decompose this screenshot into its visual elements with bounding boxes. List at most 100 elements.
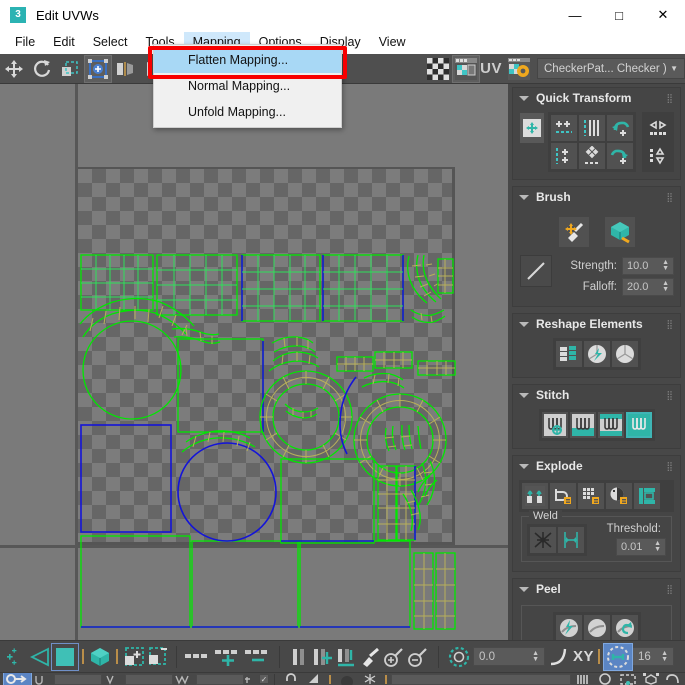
- explode-by-element-button[interactable]: [634, 483, 660, 509]
- qt-align-h-button[interactable]: [551, 115, 577, 141]
- face-sub-object-icon[interactable]: [51, 642, 79, 671]
- qt-space-v-button[interactable]: [579, 115, 605, 141]
- spinner-arrows-icon[interactable]: ▲ ▼: [661, 650, 668, 663]
- w-field-icon[interactable]: [173, 673, 196, 685]
- rollout-header-reshape-elements[interactable]: Reshape Elements ⣿: [513, 314, 680, 334]
- brush-relax-button[interactable]: [558, 217, 589, 247]
- xy-axis-label[interactable]: XY: [573, 648, 594, 665]
- align-left-icon[interactable]: [286, 644, 310, 670]
- menu-select[interactable]: Select: [84, 32, 137, 52]
- align-horizontal-icon[interactable]: [243, 644, 273, 670]
- checker-material-dropdown[interactable]: CheckerPat... Checker ) ▼: [537, 58, 685, 79]
- brush-falloff-curve-button[interactable]: [520, 255, 552, 287]
- spinner-arrows-icon[interactable]: ▲ ▼: [662, 259, 669, 272]
- qt-flip-h-button[interactable]: [645, 115, 671, 141]
- undo-view-icon[interactable]: [662, 673, 685, 685]
- snowflake-freeze-icon[interactable]: [358, 673, 381, 685]
- u-coordinate-input[interactable]: [53, 673, 102, 685]
- collapse-triangle-icon[interactable]: [519, 194, 529, 200]
- show-map-icon[interactable]: [452, 54, 481, 83]
- spinner-arrows-icon[interactable]: ▲ ▼: [532, 650, 539, 663]
- rollout-header-brush[interactable]: Brush ⣿: [513, 187, 680, 207]
- vertex-sub-object-icon[interactable]: [4, 644, 28, 670]
- falloff-input[interactable]: 20.0 ▲ ▼: [622, 278, 674, 296]
- explode-by-angle-button[interactable]: [550, 483, 576, 509]
- menu-view[interactable]: View: [370, 32, 415, 52]
- qt-rotate-cw-button[interactable]: [607, 143, 633, 169]
- pan-view-icon[interactable]: [639, 673, 662, 685]
- mirror-icon[interactable]: [113, 56, 139, 82]
- maximize-button[interactable]: □: [597, 0, 641, 30]
- stitch-selected-button[interactable]: [569, 412, 596, 438]
- stitch-custom-button[interactable]: [541, 412, 568, 438]
- stitch-active-button[interactable]: [625, 412, 652, 438]
- flatten-by-smoothing-group-button[interactable]: [583, 341, 610, 367]
- pelt-map-button[interactable]: [583, 615, 610, 640]
- qt-align-pivot-button[interactable]: [520, 113, 544, 143]
- align-bottom-icon[interactable]: [334, 644, 358, 670]
- scale-icon[interactable]: [57, 56, 83, 82]
- collapse-triangle-icon[interactable]: [519, 586, 529, 592]
- flatten-by-material-id-button[interactable]: [611, 341, 638, 367]
- rollout-header-quick-transform[interactable]: Quick Transform ⣿: [513, 88, 680, 108]
- explode-by-smoothing-button[interactable]: [606, 483, 632, 509]
- freeform-mode-icon[interactable]: [84, 54, 112, 83]
- zoom-region-select-icon[interactable]: [616, 673, 639, 685]
- v-coordinate-input[interactable]: [124, 673, 173, 685]
- strength-input[interactable]: 10.0 ▲ ▼: [622, 257, 674, 275]
- menu-item-flatten-mapping[interactable]: Flatten Mapping...: [154, 47, 341, 73]
- uv-editor-canvas[interactable]: [0, 84, 508, 640]
- element-sub-object-icon[interactable]: [88, 644, 112, 670]
- menu-file[interactable]: File: [6, 32, 44, 52]
- brush-paint-move-button[interactable]: [604, 217, 635, 247]
- minimize-button[interactable]: —: [553, 0, 597, 30]
- spinner-arrows-icon[interactable]: ▲ ▼: [662, 280, 669, 293]
- zoom-in-icon[interactable]: [382, 644, 406, 670]
- v-field-icon[interactable]: [102, 673, 125, 685]
- collapse-triangle-icon[interactable]: [519, 392, 529, 398]
- qt-flip-v-button[interactable]: [645, 143, 671, 169]
- zoom-region-icon[interactable]: [335, 673, 358, 685]
- menu-item-unfold-mapping[interactable]: Unfold Mapping...: [154, 99, 341, 125]
- spinner-arrows-icon[interactable]: ▲ ▼: [654, 540, 661, 553]
- menu-item-normal-mapping[interactable]: Normal Mapping...: [154, 73, 341, 99]
- stitch-all-button[interactable]: [597, 412, 624, 438]
- mapping-dropdown-menu[interactable]: Flatten Mapping... Normal Mapping... Unf…: [153, 44, 342, 128]
- rollout-header-stitch[interactable]: Stitch ⣿: [513, 385, 680, 405]
- threshold-input[interactable]: 0.01 ▲ ▼: [616, 538, 666, 556]
- zoom-extents-icon[interactable]: [593, 673, 616, 685]
- rescale-elements-button[interactable]: [555, 341, 582, 367]
- rollout-header-peel[interactable]: Peel ⣿: [513, 579, 680, 599]
- move-icon[interactable]: [1, 56, 27, 82]
- snap-toggle-icon[interactable]: [603, 642, 634, 671]
- pan-icon[interactable]: [303, 673, 326, 685]
- u-field-icon[interactable]: [31, 673, 54, 685]
- qt-rotate-ccw-button[interactable]: [607, 115, 633, 141]
- select-by-element-icon[interactable]: [122, 644, 146, 670]
- w-coordinate-input[interactable]: [195, 673, 244, 685]
- checker-pattern-icon[interactable]: [425, 56, 451, 82]
- filter-selected-faces-icon[interactable]: [183, 644, 213, 670]
- relative-checkbox[interactable]: ✓: [259, 674, 269, 684]
- align-center-icon[interactable]: [310, 644, 334, 670]
- uv-options-icon[interactable]: [506, 56, 532, 82]
- show-grid-icon[interactable]: [571, 673, 594, 685]
- command-panel[interactable]: Quick Transform ⣿ Brush ⣿ Strength: 10.0…: [508, 84, 685, 640]
- weld-selected-button[interactable]: [530, 526, 556, 553]
- curve-falloff-icon[interactable]: [545, 644, 573, 670]
- break-button[interactable]: [522, 483, 548, 509]
- menu-edit[interactable]: Edit: [44, 32, 84, 52]
- lock-selection-icon[interactable]: [3, 673, 32, 685]
- lock-icon[interactable]: [280, 673, 303, 685]
- qt-grid-arrange-button[interactable]: [579, 143, 605, 169]
- rollout-header-explode[interactable]: Explode ⣿: [513, 456, 680, 476]
- progress-track[interactable]: [390, 673, 571, 685]
- rotate-angle-input[interactable]: 0.0 ▲ ▼: [473, 647, 545, 666]
- grid-snap-icon[interactable]: [213, 644, 243, 670]
- select-subtract-icon[interactable]: [146, 644, 170, 670]
- peel-mode-button[interactable]: [611, 615, 638, 640]
- edge-sub-object-icon[interactable]: [28, 644, 52, 670]
- quick-peel-button[interactable]: [555, 615, 582, 640]
- explode-by-material-button[interactable]: [578, 483, 604, 509]
- rotate-snap-icon[interactable]: [445, 644, 473, 670]
